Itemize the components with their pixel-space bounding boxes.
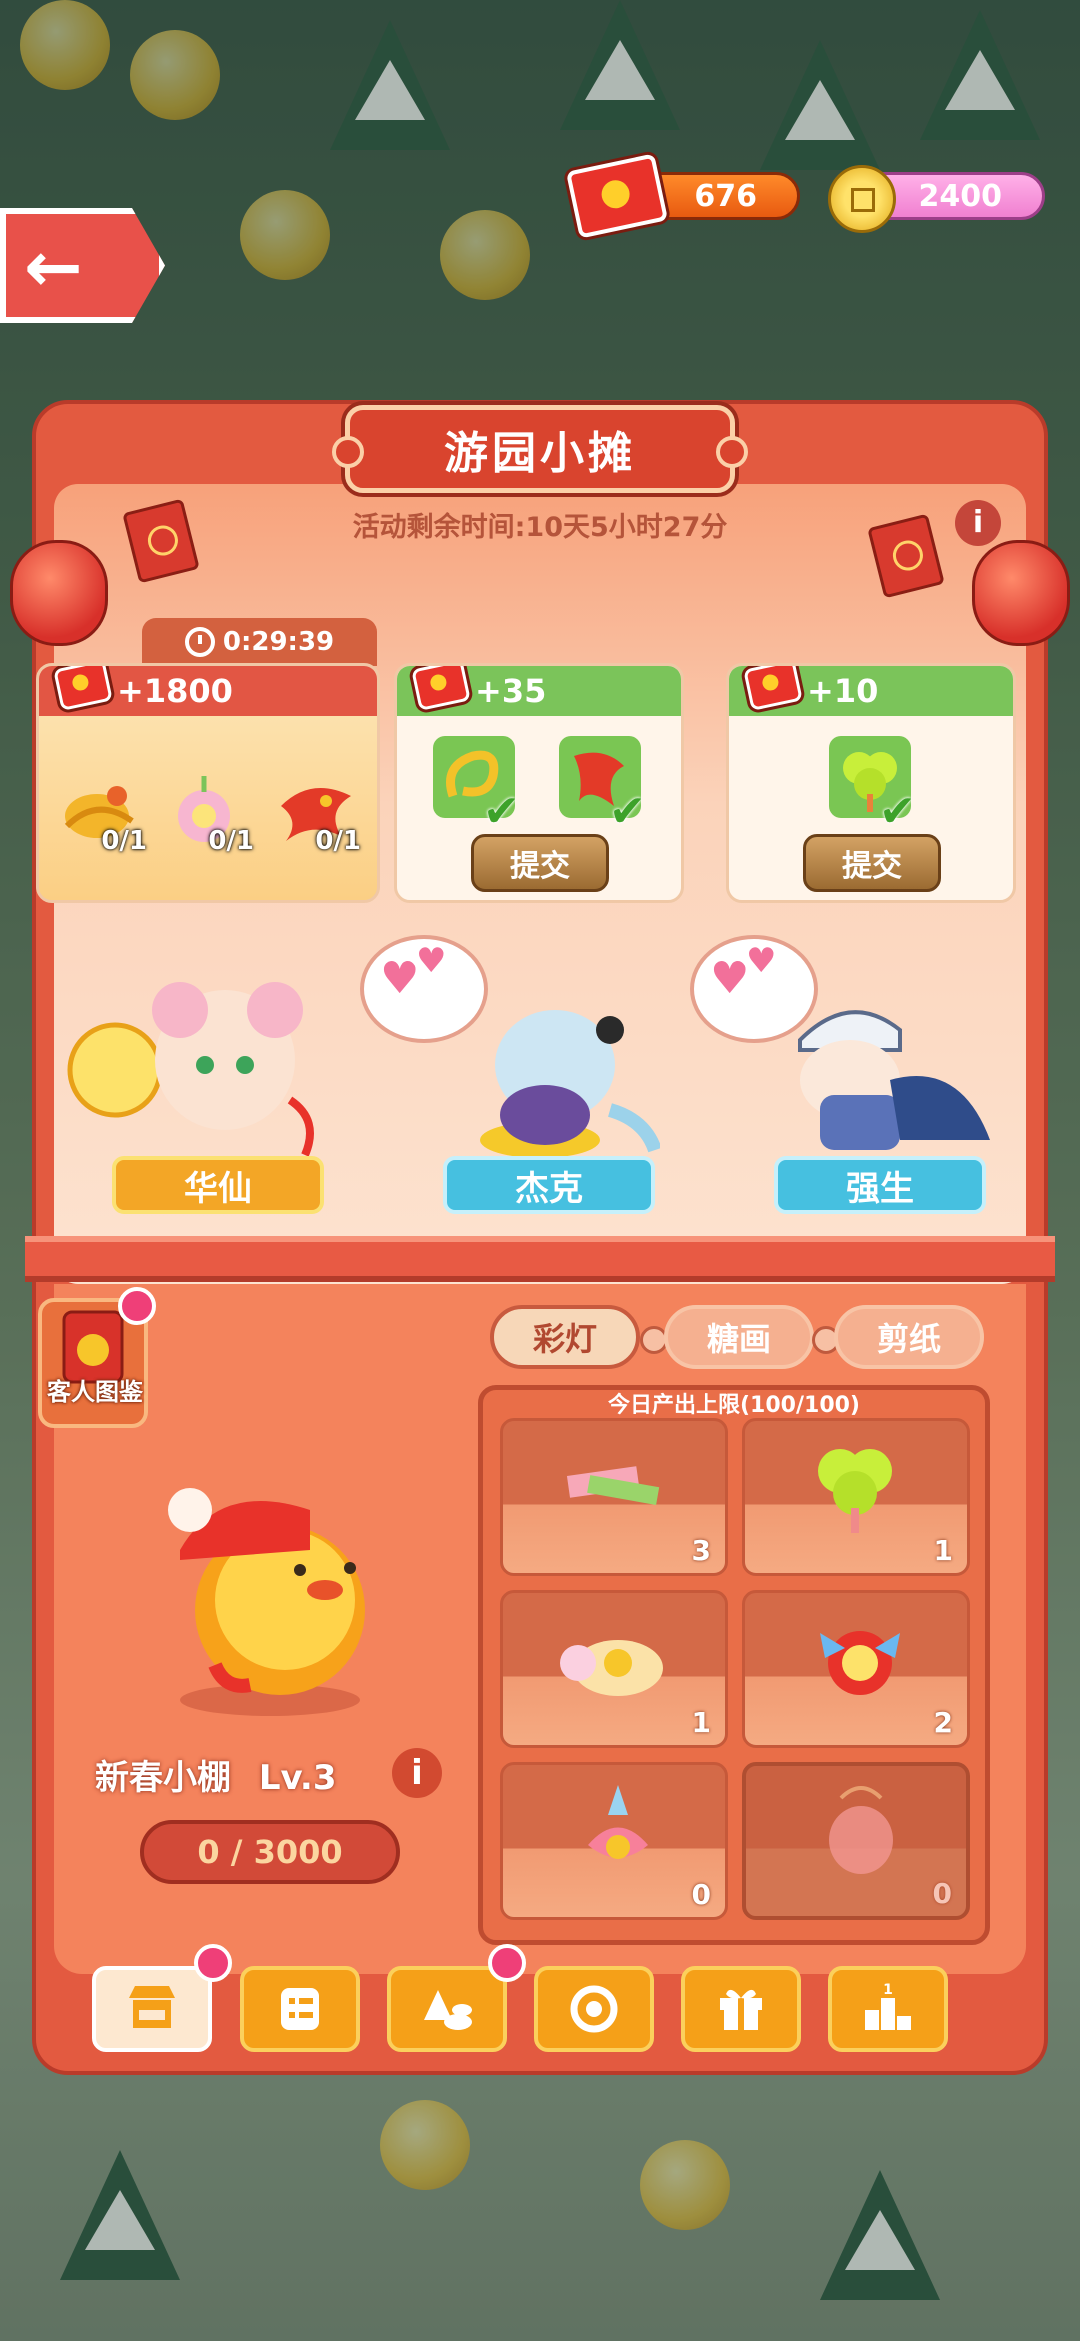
page-title: 游园小摊	[332, 405, 748, 493]
checkmark-icon: ✔	[879, 786, 916, 837]
product-count: 1	[691, 1706, 711, 1739]
order-card-3[interactable]: +10 ✔ 提交	[726, 663, 1016, 903]
nav-list-button[interactable]	[240, 1966, 360, 2052]
lotus-lantern-icon	[588, 1785, 648, 1859]
order-timer: 0:29:39	[142, 618, 377, 666]
tab-paper-cutting[interactable]: 剪纸	[834, 1305, 984, 1369]
clover-lantern-icon: ✔	[829, 736, 916, 834]
order-reward: +1800	[39, 666, 377, 716]
red-phoenix-icon: 0/1	[271, 766, 361, 856]
ticket-icon	[53, 666, 113, 711]
heart-icon: ♥	[380, 953, 420, 1004]
golden-dragon-lantern-icon: 0/1	[57, 766, 147, 856]
product-count: 3	[691, 1534, 711, 1567]
red-lantern-icon	[972, 540, 1070, 646]
booth-info-button[interactable]: i	[392, 1748, 442, 1798]
submit-button[interactable]: 提交	[471, 834, 609, 892]
upgrade-progress: 0 / 3000	[140, 1820, 400, 1884]
flower-lantern-icon: 0/1	[164, 766, 254, 856]
character-name-tag: 华仙	[112, 1156, 324, 1214]
notification-dot	[118, 1287, 156, 1325]
event-info-button[interactable]: i	[955, 500, 1001, 546]
booth-name: 新春小棚 Lv.3	[95, 1750, 336, 1799]
booth-chick-mascot	[168, 1488, 365, 1716]
nav-gift-button[interactable]	[681, 1966, 801, 2052]
shop-icon	[129, 1986, 175, 2028]
order-reward-value: +10	[807, 672, 879, 710]
event-time-remaining: 活动剩余时间:10天5小时27分	[352, 512, 728, 543]
checkmark-icon: ✔	[483, 786, 520, 837]
red-candy-painting-icon: ✔	[559, 736, 646, 834]
clock-icon	[184, 627, 215, 657]
ticket-icon	[743, 666, 803, 711]
guest-guide-label: 客人图鉴	[47, 1378, 143, 1406]
back-button[interactable]: ←	[0, 208, 165, 323]
order-reward: +35	[397, 666, 681, 716]
order-reward: +10	[729, 666, 1013, 716]
product-count: 1	[933, 1534, 953, 1567]
notification-dot	[488, 1944, 526, 1982]
item-count: 0/1	[315, 826, 361, 856]
order-card-1[interactable]: +1800 0/1 0/1 0/1	[36, 663, 380, 903]
yellow-candy-painting-icon: ✔	[433, 736, 520, 834]
character-name-tag: 杰克	[443, 1156, 655, 1214]
jack-portrait	[480, 1010, 660, 1158]
gift-icon	[720, 1989, 762, 2030]
ticket-icon	[411, 666, 471, 711]
submit-button[interactable]: 提交	[803, 834, 941, 892]
nav-ranking-button[interactable]: 1	[828, 1966, 948, 2052]
nav-spin-button[interactable]	[534, 1966, 654, 2052]
pink-lantern-icon	[829, 1786, 893, 1874]
product-slot[interactable]: 0	[500, 1762, 728, 1920]
item-count: 0/1	[101, 826, 147, 856]
qiangsheng-portrait	[798, 1010, 990, 1150]
notification-dot	[194, 1944, 232, 1982]
product-slot[interactable]: 2	[742, 1590, 970, 1748]
svg-text:1: 1	[883, 1982, 893, 1998]
counter-divider	[25, 1236, 1055, 1282]
character-name-tag: 强生	[774, 1156, 986, 1214]
tab-lanterns[interactable]: 彩灯	[490, 1305, 640, 1369]
order-reward-value: +1800	[117, 672, 233, 710]
product-slot[interactable]: 3	[500, 1418, 728, 1576]
product-slot[interactable]: 1	[742, 1418, 970, 1576]
ticket-count: 676	[694, 178, 757, 214]
heart-icon: ♥	[746, 941, 777, 981]
product-slot-locked[interactable]: 0	[742, 1762, 970, 1920]
order-reward-value: +35	[475, 672, 547, 710]
coin-count: 2400	[918, 178, 1003, 214]
product-count: 2	[933, 1706, 953, 1739]
spin-icon	[570, 1985, 618, 2033]
coin-icon	[828, 165, 896, 233]
huaxian-portrait	[67, 982, 314, 1157]
nav-ingredients-button[interactable]	[387, 1966, 507, 2052]
clover-lantern-icon	[818, 1449, 892, 1533]
item-count: 0/1	[208, 826, 254, 856]
heart-icon: ♥	[416, 941, 447, 981]
red-lantern-icon	[10, 540, 108, 646]
product-slot[interactable]: 1	[500, 1590, 728, 1748]
butterfly-lantern-icon	[820, 1631, 900, 1695]
list-icon	[281, 1988, 319, 2030]
order-card-2[interactable]: +35 ✔ ✔ 提交	[394, 663, 684, 903]
order-timer-text: 0:29:39	[222, 627, 335, 657]
turtle-lantern-icon	[560, 1640, 663, 1696]
nav-shop-button[interactable]	[92, 1966, 212, 2052]
heart-icon: ♥	[710, 953, 750, 1004]
checkmark-icon: ✔	[609, 786, 646, 837]
product-count: 0	[932, 1877, 952, 1910]
production-cap: 今日产出上限(100/100)	[608, 1393, 860, 1418]
booth-name-text: 新春小棚	[95, 1758, 231, 1798]
ingredients-icon	[424, 1990, 472, 2030]
tab-candy-painting[interactable]: 糖画	[664, 1305, 814, 1369]
ranking-icon: 1	[865, 1982, 911, 2030]
paper-strips-icon	[566, 1466, 660, 1505]
product-count: 0	[691, 1878, 711, 1911]
back-arrow-icon: ←	[24, 226, 83, 308]
booth-level: Lv.3	[258, 1758, 337, 1798]
